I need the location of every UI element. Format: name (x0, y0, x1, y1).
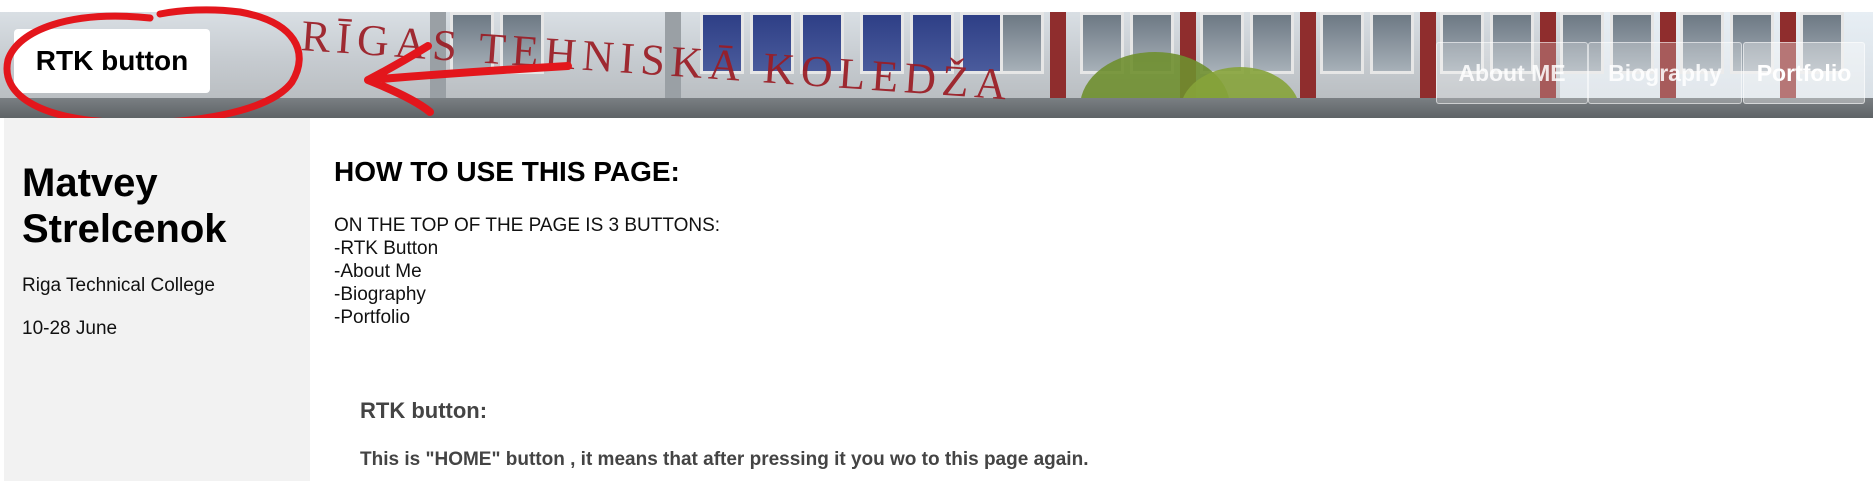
list-item: -RTK Button (334, 238, 439, 259)
instructions-intro: ON THE TOP OF THE PAGE IS 3 BUTTONS: (334, 215, 721, 236)
nav-portfolio-button[interactable]: Portfolio (1743, 42, 1865, 104)
main-content: HOW TO USE THIS PAGE: ON THE TOP OF THE … (334, 118, 1834, 481)
rtk-section-description: This is "HOME" button , it means that af… (360, 449, 1089, 470)
sidebar: Matvey Strelcenok Riga Technical College… (4, 118, 310, 481)
rtk-section-heading: RTK button: (360, 398, 488, 423)
profile-name: Matvey Strelcenok (22, 161, 227, 251)
nav-about-me-button[interactable]: About ME (1436, 42, 1588, 104)
building-sign: RĪGAS TEHNISKĀ KOLEDŽA (299, 12, 1015, 110)
list-item: -Biography (334, 284, 426, 305)
instructions-list: ON THE TOP OF THE PAGE IS 3 BUTTONS: -RT… (334, 214, 720, 329)
rtk-home-button[interactable]: RTK button (14, 29, 210, 93)
profile-dates: 10-28 June (22, 318, 118, 339)
nav-biography-button[interactable]: Biography (1588, 42, 1742, 104)
list-item: -Portfolio (334, 307, 411, 328)
list-item: -About Me (334, 261, 422, 282)
profile-school: Riga Technical College (22, 275, 215, 296)
header-banner: RĪGAS TEHNISKĀ KOLEDŽA About ME Biograph… (0, 12, 1873, 118)
page-heading: HOW TO USE THIS PAGE: (334, 156, 680, 187)
